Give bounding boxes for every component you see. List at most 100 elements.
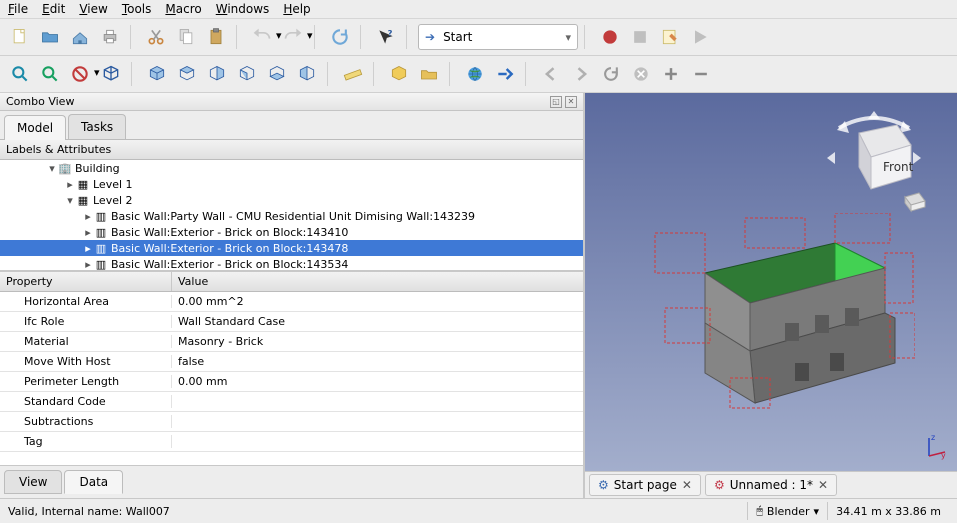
dimensions-readout: 34.41 m x 33.86 m xyxy=(827,502,949,520)
prop-row[interactable]: Standard Code xyxy=(0,392,583,412)
nav-style-selector[interactable]: 🖱 Blender ▾ xyxy=(747,502,827,520)
prop-row[interactable]: Perimeter Length0.00 mm xyxy=(0,372,583,392)
run-macro-icon[interactable] xyxy=(686,23,714,51)
subtab-view[interactable]: View xyxy=(4,470,62,494)
prop-row[interactable]: Ifc RoleWall Standard Case xyxy=(0,312,583,332)
menubar: File Edit View Tools Macro Windows Help xyxy=(0,0,957,19)
refresh-icon[interactable] xyxy=(326,23,354,51)
new-file-icon[interactable] xyxy=(6,23,34,51)
svg-text:y: y xyxy=(941,451,946,460)
menu-edit[interactable]: Edit xyxy=(42,2,65,16)
whatsthis-icon[interactable]: ? xyxy=(372,23,400,51)
chevron-down-icon: ▾ xyxy=(559,31,577,44)
mouse-icon: 🖱 xyxy=(756,504,763,518)
redo-icon[interactable] xyxy=(279,23,307,51)
property-header-name: Property xyxy=(0,272,172,291)
bottom-view-icon[interactable] xyxy=(263,60,291,88)
nav-back-icon[interactable] xyxy=(537,60,565,88)
property-list[interactable]: Horizontal Area0.00 mm^2 Ifc RoleWall St… xyxy=(0,292,583,465)
combo-view-title: Combo View xyxy=(6,95,74,108)
front-view-icon[interactable] xyxy=(143,60,171,88)
property-subtabs: View Data xyxy=(0,465,583,498)
tree-view[interactable]: ▾🏢Building ▸▦Level 1 ▾▦Level 2 ▸▥Basic W… xyxy=(0,160,583,272)
chevron-down-icon: ▾ xyxy=(814,505,820,518)
edit-macro-icon[interactable] xyxy=(656,23,684,51)
right-view-icon[interactable] xyxy=(203,60,231,88)
left-view-icon[interactable] xyxy=(293,60,321,88)
labels-attributes-header: Labels & Attributes xyxy=(0,140,583,160)
menu-windows[interactable]: Windows xyxy=(216,2,270,16)
tree-wall-4[interactable]: ▸▥Basic Wall:Exterior - Brick on Block:1… xyxy=(0,256,583,272)
tab-tasks[interactable]: Tasks xyxy=(68,114,126,139)
toolbar-view: ▾ xyxy=(0,56,957,93)
panel-close-icon[interactable]: ✕ xyxy=(565,96,577,108)
doc-tab-unnamed[interactable]: ⚙ Unnamed : 1* ✕ xyxy=(705,474,837,496)
measure-icon[interactable] xyxy=(339,60,367,88)
freecad-doc-icon: ⚙ xyxy=(714,478,725,492)
tree-level1[interactable]: ▸▦Level 1 xyxy=(0,176,583,192)
rear-view-icon[interactable] xyxy=(233,60,261,88)
top-view-icon[interactable] xyxy=(173,60,201,88)
nav-stop-icon[interactable] xyxy=(627,60,655,88)
workbench-label: Start xyxy=(441,30,559,44)
zoom-in-icon[interactable] xyxy=(657,60,685,88)
prop-row[interactable]: Move With Hostfalse xyxy=(0,352,583,372)
cut-icon[interactable] xyxy=(142,23,170,51)
property-header: Property Value xyxy=(0,272,583,292)
axes-indicator: z y xyxy=(921,432,949,463)
gear-icon: ⚙ xyxy=(598,478,609,492)
zoom-selection-icon[interactable] xyxy=(36,60,64,88)
menu-tools[interactable]: Tools xyxy=(122,2,152,16)
nav-forward-icon[interactable] xyxy=(567,60,595,88)
redo-dropdown[interactable]: ▾ xyxy=(307,29,308,45)
tree-level2[interactable]: ▾▦Level 2 xyxy=(0,192,583,208)
zoom-out-icon[interactable] xyxy=(687,60,715,88)
draw-style-icon[interactable] xyxy=(66,60,94,88)
nav-reload-icon[interactable] xyxy=(597,60,625,88)
tree-wall-2[interactable]: ▸▥Basic Wall:Exterior - Brick on Block:1… xyxy=(0,224,583,240)
workbench-selector[interactable]: ➔ Start ▾ xyxy=(418,24,578,50)
menu-view[interactable]: View xyxy=(79,2,107,16)
close-tab-icon[interactable]: ✕ xyxy=(818,478,828,492)
iso-view-icon[interactable] xyxy=(97,60,125,88)
zoom-fit-icon[interactable] xyxy=(6,60,34,88)
group-icon[interactable] xyxy=(415,60,443,88)
prop-row[interactable]: Tag xyxy=(0,432,583,452)
tree-wall-3-selected[interactable]: ▸▥Basic Wall:Exterior - Brick on Block:1… xyxy=(0,240,583,256)
print-icon[interactable] xyxy=(96,23,124,51)
prop-row[interactable]: Subtractions xyxy=(0,412,583,432)
record-macro-icon[interactable] xyxy=(596,23,624,51)
prop-row[interactable]: MaterialMasonry - Brick xyxy=(0,332,583,352)
copy-icon[interactable] xyxy=(172,23,200,51)
svg-text:?: ? xyxy=(388,28,393,38)
stop-macro-icon[interactable] xyxy=(626,23,654,51)
main-area: Combo View ◱ ✕ Model Tasks Labels & Attr… xyxy=(0,93,957,498)
close-tab-icon[interactable]: ✕ xyxy=(682,478,692,492)
menu-help[interactable]: Help xyxy=(283,2,310,16)
undo-icon[interactable] xyxy=(248,23,276,51)
tree-wall-1[interactable]: ▸▥Basic Wall:Party Wall - CMU Residentia… xyxy=(0,208,583,224)
toolbar-main: ▾ ▾ ? ➔ Start ▾ xyxy=(0,19,957,56)
save-icon[interactable] xyxy=(66,23,94,51)
3d-viewport[interactable]: Front z y xyxy=(585,93,957,471)
navigation-cube[interactable]: Front xyxy=(819,103,929,213)
draw-style-dropdown[interactable]: ▾ xyxy=(94,66,95,82)
subtab-data[interactable]: Data xyxy=(64,470,123,494)
part-icon[interactable] xyxy=(385,60,413,88)
paste-icon[interactable] xyxy=(202,23,230,51)
doc-tab-start[interactable]: ⚙ Start page ✕ xyxy=(589,474,701,496)
combo-tabs: Model Tasks xyxy=(0,111,583,140)
wall-icon: ▥ xyxy=(94,241,108,255)
tab-model[interactable]: Model xyxy=(4,115,66,140)
go-icon[interactable] xyxy=(491,60,519,88)
prop-row[interactable]: Horizontal Area0.00 mm^2 xyxy=(0,292,583,312)
menu-file[interactable]: File xyxy=(8,2,28,16)
open-file-icon[interactable] xyxy=(36,23,64,51)
menu-macro[interactable]: Macro xyxy=(165,2,201,16)
level-icon: ▦ xyxy=(76,177,90,191)
tree-building[interactable]: ▾🏢Building xyxy=(0,160,583,176)
property-header-value: Value xyxy=(172,272,214,291)
undo-dropdown[interactable]: ▾ xyxy=(276,29,277,45)
panel-float-icon[interactable]: ◱ xyxy=(550,96,562,108)
web-icon[interactable] xyxy=(461,60,489,88)
